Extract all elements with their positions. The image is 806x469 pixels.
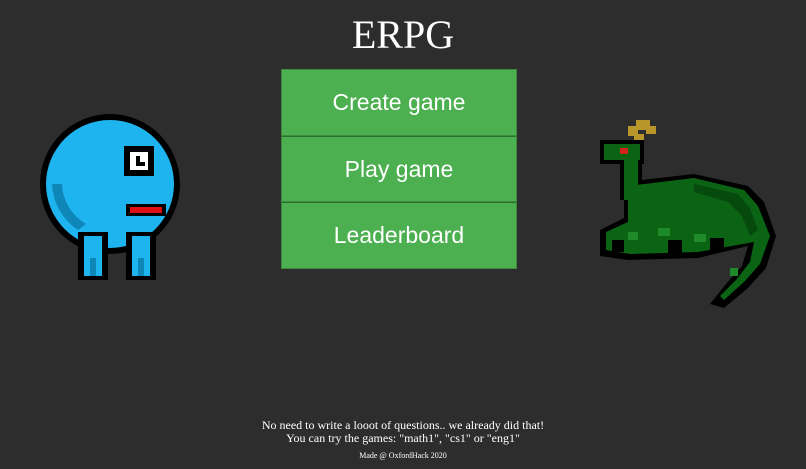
play-game-button[interactable]: Play game — [281, 135, 517, 203]
blue-blob-creature-icon — [40, 114, 180, 280]
game-title: ERPG — [351, 12, 455, 57]
hint-line-2: You can try the games: "math1", "cs1" or… — [286, 431, 520, 445]
green-dragon-creature-icon — [600, 120, 776, 308]
create-game-button[interactable]: Create game — [281, 69, 517, 136]
leaderboard-button[interactable]: Leaderboard — [281, 202, 517, 270]
credit-text: Made @ OxfordHack 2020 — [359, 451, 447, 460]
main-menu: Create game Play game Leaderboard — [281, 69, 517, 270]
